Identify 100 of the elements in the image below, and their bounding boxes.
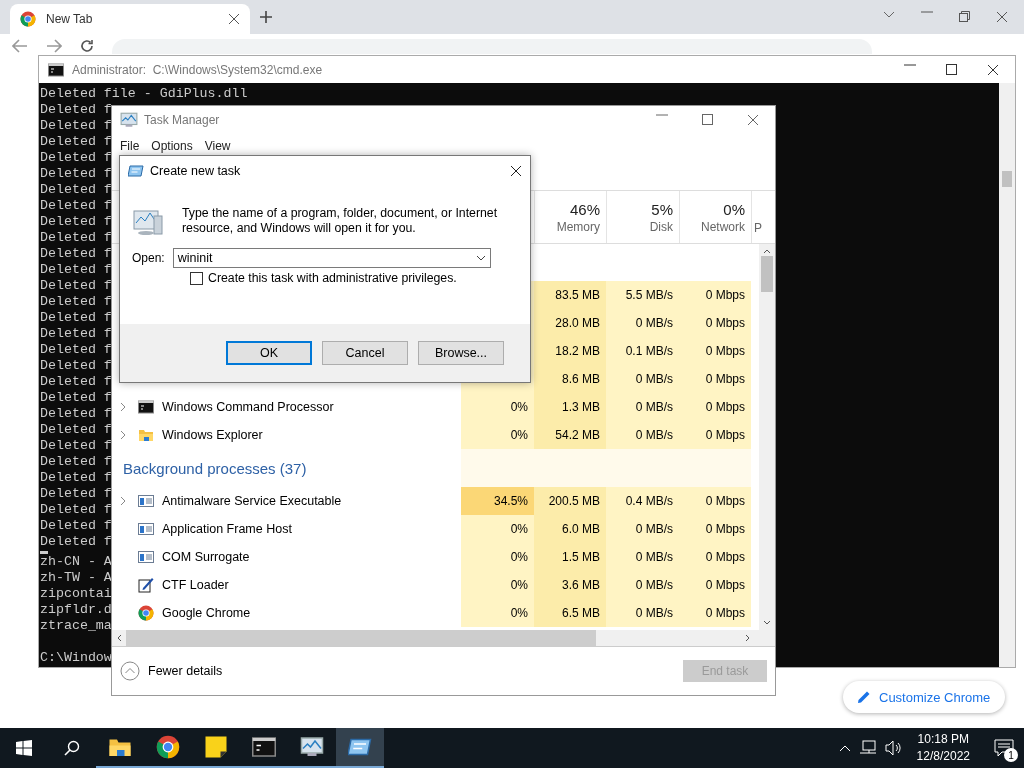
table-cell: 0 Mbps <box>679 337 751 365</box>
scroll-thumb[interactable] <box>761 256 773 292</box>
table-cell: 8.6 MB <box>534 365 606 393</box>
open-label: Open: <box>132 251 165 265</box>
console-line: ztrace_ma <box>40 618 112 633</box>
text-cursor <box>40 551 48 554</box>
checkbox-label[interactable]: Create this task with administrative privileges. <box>208 271 457 285</box>
checkbox[interactable] <box>190 271 203 285</box>
console-line: zipcontai <box>40 586 112 601</box>
maximize-icon[interactable] <box>702 114 713 125</box>
scrollbar[interactable] <box>112 630 775 647</box>
column-label: Memory <box>556 219 600 234</box>
minimize-icon[interactable] <box>904 63 916 66</box>
menu-item[interactable]: File <box>120 139 140 153</box>
console-icon <box>252 735 276 759</box>
table-cell: 0 MB/s <box>606 515 679 543</box>
dialog-description: Type the name of a program, folder, document, or Internet resource, and Windows will open it for you. <box>182 206 499 237</box>
chevron-up-icon <box>120 661 140 681</box>
console-line: Deleted f <box>40 150 112 165</box>
console-line: Deleted f <box>40 454 112 469</box>
scroll-thumb[interactable] <box>1002 171 1012 187</box>
console-line: Deleted f <box>40 342 112 357</box>
dialog-button[interactable]: OK <box>226 341 312 365</box>
group-heading: Background processes (37) <box>123 459 307 477</box>
time-text: 10:18 PM <box>917 731 969 748</box>
console-line: zh-TW - A <box>40 570 112 585</box>
close-icon[interactable] <box>228 13 240 25</box>
expand-chevron-icon[interactable] <box>120 496 126 506</box>
table-cell: 1.5 MB <box>534 543 606 571</box>
table-cell: 54.2 MB <box>534 421 606 449</box>
menu-item[interactable]: View <box>204 139 231 153</box>
menu-item[interactable]: Options <box>151 139 193 153</box>
run-icon <box>128 163 144 179</box>
table-cell: 0 Mbps <box>679 515 751 543</box>
expand-chevron-icon[interactable] <box>120 430 126 440</box>
console-line: Deleted f <box>40 310 112 325</box>
expand-chevron-icon[interactable] <box>120 402 126 412</box>
console-line: Deleted file - GdiPlus.dll <box>40 86 248 101</box>
console-line: Deleted f <box>40 470 112 485</box>
console-line: Deleted f <box>40 294 112 309</box>
table-cell: 0 Mbps <box>679 543 751 571</box>
customize-chrome-button[interactable]: Customize Chrome <box>843 681 1005 713</box>
maximize-icon[interactable] <box>946 63 957 75</box>
clock[interactable]: 10:18 PM 12/8/2022 <box>910 731 976 765</box>
taskbar-app[interactable] <box>336 728 384 768</box>
chrome-icon <box>20 11 36 27</box>
dialog-button[interactable]: Browse... <box>418 341 504 365</box>
column-header[interactable]: 46% Memory <box>534 191 606 243</box>
notification-count: 1 <box>1004 748 1018 762</box>
table-cell: 0 MB/s <box>606 365 679 393</box>
restore-icon[interactable] <box>959 11 970 22</box>
table-cell: 18.2 MB <box>534 337 606 365</box>
open-combobox[interactable]: wininit <box>172 248 491 268</box>
back-arrow-icon[interactable] <box>12 39 28 53</box>
table-cell: 0 MB/s <box>606 421 679 449</box>
monitor-icon <box>120 111 138 129</box>
console-line: Deleted f <box>40 246 112 261</box>
table-cell: 0 Mbps <box>679 309 751 337</box>
scroll-thumb[interactable] <box>126 630 596 646</box>
process-name: CTF Loader <box>162 578 229 592</box>
reload-icon[interactable] <box>80 39 94 53</box>
console-icon <box>48 61 64 78</box>
browser-tab[interactable]: New Tab <box>10 4 250 34</box>
scroll-up-icon[interactable] <box>763 248 771 254</box>
column-header[interactable]: P <box>751 191 761 243</box>
column-header[interactable]: 5% Disk <box>606 191 679 243</box>
table-cell: 0 MB/s <box>606 543 679 571</box>
notifications-button[interactable]: 1 <box>984 728 1024 768</box>
chevron-down-icon[interactable] <box>475 255 486 261</box>
column-header[interactable]: 0% Network <box>679 191 751 243</box>
plus-icon[interactable] <box>260 11 272 23</box>
forward-arrow-icon[interactable] <box>46 39 62 53</box>
table-cell: 0 Mbps <box>679 393 751 421</box>
table-cell: 0 MB/s <box>606 571 679 599</box>
table-cell <box>679 449 751 487</box>
column-label: Disk <box>649 219 673 234</box>
scroll-down-icon[interactable] <box>763 620 771 626</box>
table-cell: 0.4 MB/s <box>606 487 679 515</box>
console-line: Deleted f <box>40 102 112 117</box>
dialog-button[interactable]: Cancel <box>322 341 408 365</box>
console-line: Deleted f <box>40 358 112 373</box>
chevron-up-icon[interactable] <box>838 744 851 752</box>
console-line: Deleted f <box>40 422 112 437</box>
console-icon <box>138 399 154 415</box>
table-cell: 0% <box>461 599 534 627</box>
network-icon[interactable] <box>858 740 877 756</box>
close-icon[interactable] <box>510 165 522 177</box>
scroll-left-icon[interactable] <box>116 634 122 642</box>
table-cell: 0.1 MB/s <box>606 337 679 365</box>
scrollbar[interactable] <box>759 244 775 630</box>
speaker-icon[interactable] <box>884 740 903 756</box>
column-label: P <box>754 221 762 235</box>
scroll-right-icon[interactable] <box>745 634 751 642</box>
table-cell: 0 MB/s <box>606 599 679 627</box>
chevron-down-icon[interactable] <box>883 11 895 19</box>
console-line: Deleted f <box>40 118 112 133</box>
scrollbar[interactable] <box>999 83 1015 667</box>
fewer-details-button[interactable]: Fewer details <box>120 661 223 681</box>
console-line: Deleted f <box>40 438 112 453</box>
close-icon[interactable] <box>987 63 999 76</box>
